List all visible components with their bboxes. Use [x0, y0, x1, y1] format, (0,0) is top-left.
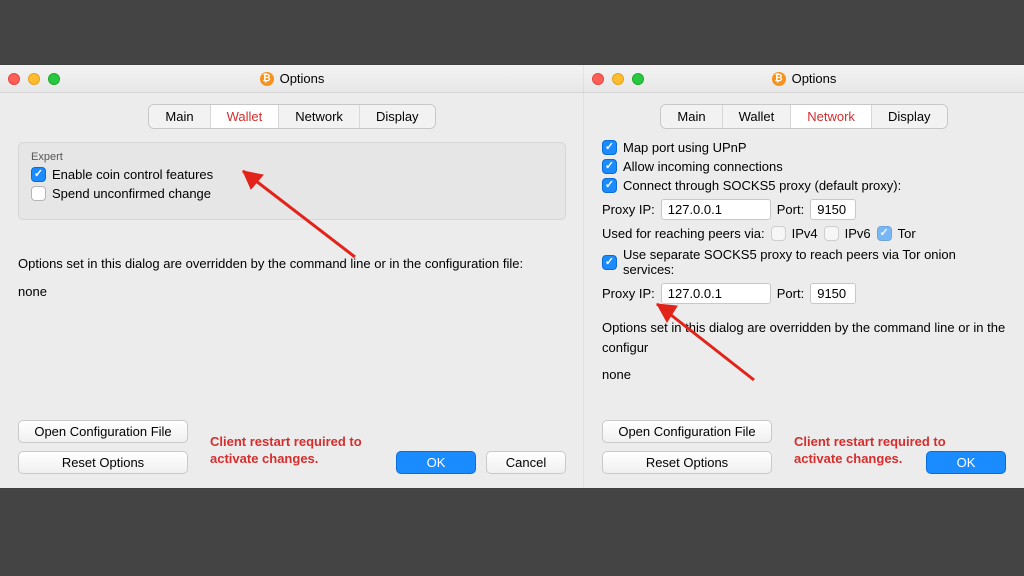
- override-value: none: [602, 367, 1006, 382]
- tor-label: Tor: [898, 226, 916, 241]
- minimize-icon[interactable]: [612, 73, 624, 85]
- spend-unconfirmed-checkbox[interactable]: [31, 186, 46, 201]
- options-window-network: ₿ Options Main Wallet Network Display Ma…: [584, 65, 1024, 488]
- map-upnp-checkbox[interactable]: [602, 140, 617, 155]
- zoom-icon[interactable]: [48, 73, 60, 85]
- proxy-ip2-input[interactable]: [661, 283, 771, 304]
- proxy-ip-label: Proxy IP:: [602, 202, 655, 217]
- port-label: Port:: [777, 202, 804, 217]
- tab-bar: Main Wallet Network Display: [584, 105, 1024, 128]
- open-config-button[interactable]: Open Configuration File: [18, 420, 188, 443]
- enable-coin-control-checkbox[interactable]: [31, 167, 46, 182]
- tab-wallet[interactable]: Wallet: [211, 105, 280, 128]
- reset-options-button[interactable]: Reset Options: [18, 451, 188, 474]
- override-value: none: [18, 284, 566, 299]
- allow-incoming-label: Allow incoming connections: [623, 159, 783, 174]
- socks5-tor-label: Use separate SOCKS5 proxy to reach peers…: [623, 247, 1006, 277]
- map-upnp-label: Map port using UPnP: [623, 140, 747, 155]
- titlebar: ₿ Options: [0, 65, 584, 93]
- tab-display[interactable]: Display: [360, 105, 435, 128]
- ok-button[interactable]: OK: [396, 451, 476, 474]
- tab-network[interactable]: Network: [791, 105, 872, 128]
- socks5-default-label: Connect through SOCKS5 proxy (default pr…: [623, 178, 901, 193]
- spend-unconfirmed-label: Spend unconfirmed change: [52, 186, 211, 201]
- cancel-button[interactable]: Cancel: [486, 451, 566, 474]
- override-message: Options set in this dialog are overridde…: [602, 318, 1006, 357]
- ipv4-label: IPv4: [792, 226, 818, 241]
- socks5-default-checkbox[interactable]: [602, 178, 617, 193]
- allow-incoming-checkbox[interactable]: [602, 159, 617, 174]
- restart-required-message: Client restart required to activate chan…: [210, 434, 390, 468]
- ipv6-label: IPv6: [845, 226, 871, 241]
- tab-main[interactable]: Main: [661, 105, 722, 128]
- socks5-tor-checkbox[interactable]: [602, 255, 617, 270]
- port2-input[interactable]: [810, 283, 856, 304]
- tab-main[interactable]: Main: [149, 105, 210, 128]
- bitcoin-icon: ₿: [260, 72, 274, 86]
- tab-display[interactable]: Display: [872, 105, 947, 128]
- zoom-icon[interactable]: [632, 73, 644, 85]
- tab-network[interactable]: Network: [279, 105, 360, 128]
- options-window-wallet: ₿ Options Main Wallet Network Display Ex…: [0, 65, 584, 488]
- override-message: Options set in this dialog are overridde…: [18, 254, 566, 274]
- bitcoin-icon: ₿: [772, 72, 786, 86]
- port2-label: Port:: [777, 286, 804, 301]
- tab-bar: Main Wallet Network Display: [0, 105, 584, 128]
- window-title: Options: [280, 71, 325, 86]
- used-for-label: Used for reaching peers via:: [602, 226, 765, 241]
- expert-groupbox: Expert Enable coin control features Spen…: [18, 142, 566, 220]
- proxy-ip2-label: Proxy IP:: [602, 286, 655, 301]
- close-icon[interactable]: [8, 73, 20, 85]
- ipv6-checkbox: [824, 226, 839, 241]
- tor-checkbox: [877, 226, 892, 241]
- enable-coin-control-label: Enable coin control features: [52, 167, 213, 182]
- titlebar: ₿ Options: [584, 65, 1024, 93]
- reset-options-button[interactable]: Reset Options: [602, 451, 772, 474]
- window-title: Options: [792, 71, 837, 86]
- port-input[interactable]: [810, 199, 856, 220]
- ok-button[interactable]: OK: [926, 451, 1006, 474]
- tab-wallet[interactable]: Wallet: [723, 105, 792, 128]
- group-label-expert: Expert: [31, 151, 553, 163]
- open-config-button[interactable]: Open Configuration File: [602, 420, 772, 443]
- close-icon[interactable]: [592, 73, 604, 85]
- proxy-ip-input[interactable]: [661, 199, 771, 220]
- ipv4-checkbox: [771, 226, 786, 241]
- minimize-icon[interactable]: [28, 73, 40, 85]
